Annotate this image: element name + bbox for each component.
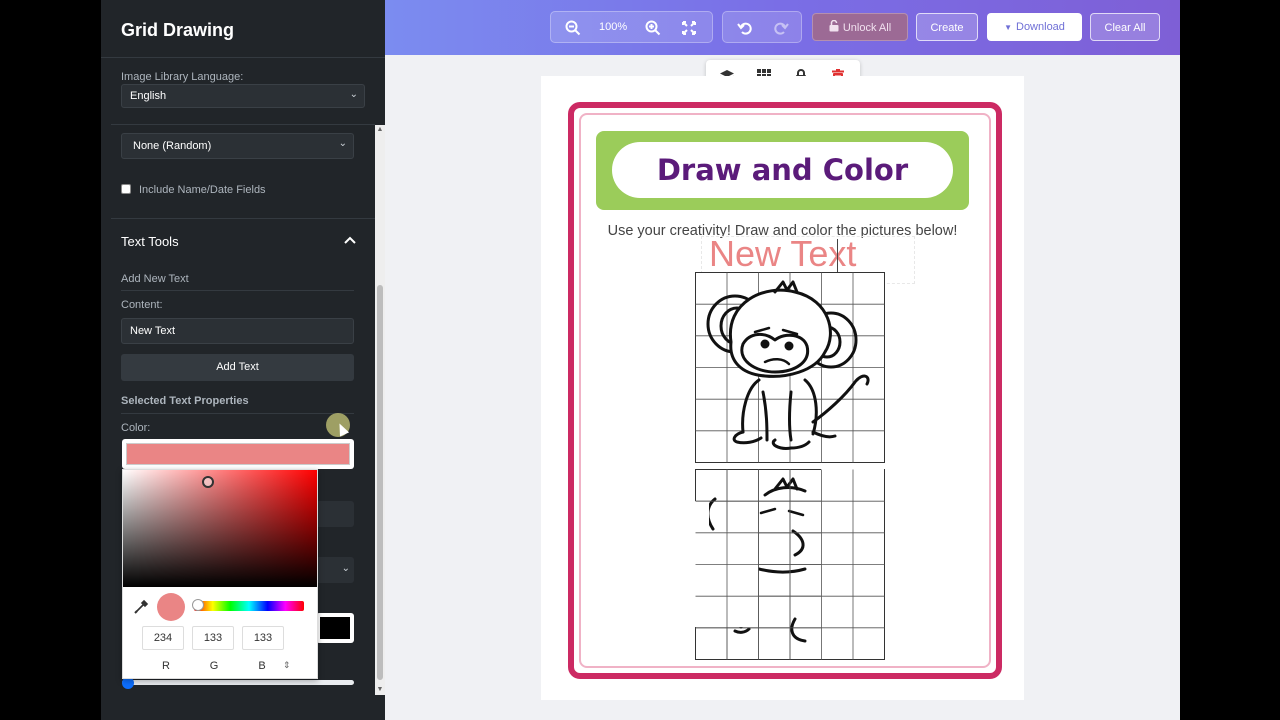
chevron-down-icon: ⌄ (341, 563, 350, 574)
canvas-area: Draw and Color Use your creativity! Draw… (385, 55, 1180, 720)
scroll-down-arrow-icon[interactable]: ▼ (375, 685, 385, 695)
saturation-area[interactable] (123, 470, 317, 587)
divider (121, 290, 354, 291)
practice-grid[interactable] (695, 469, 885, 661)
chevron-up-icon[interactable] (344, 233, 356, 247)
download-label: Download (1016, 21, 1065, 33)
language-select[interactable]: English ⌄ (121, 84, 365, 108)
content-label: Content: (121, 299, 163, 311)
unlock-all-label: Unlock All (842, 22, 892, 34)
reference-grid[interactable] (695, 272, 885, 464)
add-text-button[interactable]: Add Text (121, 354, 354, 381)
obscured-color-swatch[interactable] (316, 613, 354, 643)
text-cursor (837, 239, 838, 275)
color-mode-toggle-icon[interactable]: ⇕ (283, 660, 291, 671)
added-text[interactable]: New Text (709, 233, 856, 275)
top-toolbar: 100% Unlock All Create ▼ Download Clear A… (385, 0, 1180, 55)
include-fields-label: Include Name/Date Fields (139, 184, 266, 196)
zoom-level: 100% (599, 21, 628, 33)
obscured-input[interactable] (316, 501, 354, 527)
color-preview (157, 593, 185, 621)
app-stage: Grid Drawing Image Library Language: Eng… (0, 0, 1280, 720)
history-controls (722, 11, 802, 43)
clear-all-button[interactable]: Clear All (1090, 13, 1160, 41)
obscured-select[interactable]: ⌄ (316, 557, 354, 583)
worksheet-page[interactable]: Draw and Color Use your creativity! Draw… (541, 76, 1024, 700)
zoom-in-icon[interactable] (645, 20, 661, 36)
category-select-value: None (Random) (133, 140, 212, 152)
language-select-value: English (130, 90, 167, 102)
redo-icon[interactable] (773, 20, 789, 36)
hue-slider[interactable] (194, 601, 304, 611)
divider (111, 218, 375, 219)
size-slider-track[interactable] (122, 680, 354, 685)
red-input[interactable]: 234 (142, 626, 184, 650)
divider (101, 57, 385, 58)
color-picker-popup: 234 133 133 R G B ⇕ (122, 469, 318, 679)
worksheet-title: Draw and Color (612, 142, 953, 198)
unlock-all-button[interactable]: Unlock All (812, 13, 908, 41)
blue-input[interactable]: 133 (242, 626, 284, 650)
zoom-controls: 100% (550, 11, 713, 43)
content-input[interactable]: New Text (121, 318, 354, 344)
unlock-icon (829, 19, 839, 32)
chevron-down-icon: ⌄ (338, 138, 347, 149)
saturation-handle[interactable] (202, 476, 214, 488)
app-title: Grid Drawing (121, 20, 235, 40)
download-button[interactable]: ▼ Download (987, 13, 1082, 41)
divider (121, 413, 354, 414)
create-button[interactable]: Create (916, 13, 978, 41)
include-fields-checkbox[interactable] (121, 184, 131, 194)
title-banner[interactable]: Draw and Color (596, 131, 969, 210)
hue-slider-handle[interactable] (192, 599, 204, 611)
green-input[interactable]: 133 (192, 626, 234, 650)
fit-to-screen-icon[interactable] (681, 20, 697, 36)
color-swatch-fill (126, 443, 350, 465)
add-new-text-label: Add New Text (121, 273, 189, 285)
red-label: R (162, 660, 170, 672)
green-label: G (209, 660, 219, 672)
divider (111, 124, 375, 125)
selected-text-properties-label: Selected Text Properties (121, 395, 249, 407)
scroll-up-arrow-icon[interactable]: ▲ (375, 125, 385, 135)
zoom-out-icon[interactable] (565, 20, 581, 36)
language-label: Image Library Language: (121, 71, 244, 83)
scrollbar-thumb[interactable] (377, 285, 383, 680)
category-select[interactable]: None (Random) ⌄ (121, 133, 354, 159)
eyedropper-icon[interactable] (133, 599, 149, 615)
undo-icon[interactable] (737, 20, 753, 36)
caret-down-icon: ▼ (1004, 23, 1012, 32)
color-label: Color: (121, 422, 151, 434)
color-swatch[interactable] (122, 439, 354, 469)
blue-label: B (258, 660, 266, 672)
chevron-down-icon: ⌄ (349, 89, 358, 100)
text-tools-heading[interactable]: Text Tools (121, 234, 179, 249)
